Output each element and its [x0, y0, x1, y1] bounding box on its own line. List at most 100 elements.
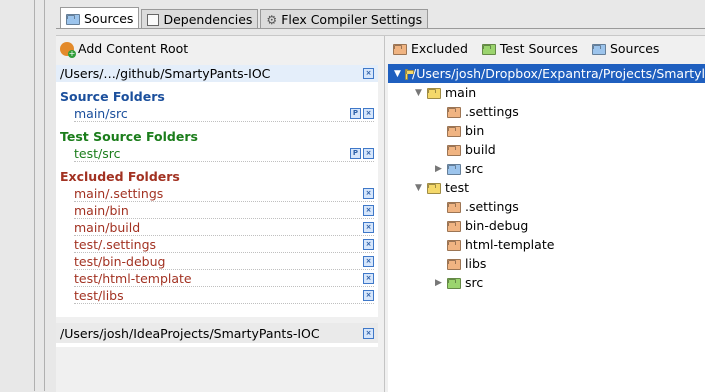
tree-node-label: /Users/josh/Dropbox/Expantra/Projects/Sm… — [412, 66, 705, 81]
excluded-folder-row[interactable]: main/bin × — [74, 202, 374, 219]
remove-folder-icon[interactable]: × — [363, 204, 374, 216]
excluded-folder-icon — [393, 44, 407, 55]
test-folder-icon — [447, 278, 461, 289]
mark-sources-button[interactable]: Sources — [591, 41, 660, 56]
tree-node[interactable]: build — [434, 140, 496, 159]
content-root-path: /Users/…/github/SmartyPants-IOC — [60, 66, 271, 81]
excluded-folder-label: main/bin — [74, 202, 129, 218]
excluded-folder-row[interactable]: test/libs × — [74, 287, 374, 304]
excluded-folder-label: test/libs — [74, 287, 124, 303]
remove-folder-icon[interactable]: × — [363, 187, 374, 199]
excluded-folder-label: test/.settings — [74, 236, 157, 252]
tree-node[interactable]: bin — [434, 121, 484, 140]
remove-folder-icon[interactable]: × — [363, 289, 374, 301]
dependencies-icon — [147, 13, 160, 26]
tree-node-label: src — [465, 161, 484, 176]
tree-node-label: build — [465, 142, 496, 157]
tab-dependencies[interactable]: Dependencies — [141, 9, 259, 29]
add-root-label: Add Content Root — [78, 41, 189, 56]
excluded-folder-icon — [447, 259, 461, 270]
tab-sources[interactable]: Sources — [60, 7, 140, 29]
collapsed-arrow-icon[interactable]: ▶ — [434, 164, 443, 174]
collapsed-arrow-icon[interactable]: ▶ — [434, 278, 443, 288]
expanded-arrow-icon[interactable]: ▼ — [414, 88, 423, 98]
folder-tree-pane: Excluded Test Sources Sources ▼ /Users/jo… — [388, 36, 705, 392]
mark-sources-label: Sources — [609, 41, 660, 56]
tree-node[interactable]: html-template — [434, 235, 554, 254]
tree-node[interactable]: ▼ test — [414, 178, 469, 197]
tree-node-label: .settings — [465, 104, 519, 119]
excluded-folder-row[interactable]: main/.settings × — [74, 185, 374, 202]
content-roots-pane: + Add Content Root /Users/…/github/Smart… — [56, 36, 378, 392]
excluded-folder-row[interactable]: test/bin-debug × — [74, 253, 374, 270]
test-folders-title: Test Source Folders — [60, 129, 198, 144]
expanded-arrow-icon[interactable]: ▼ — [414, 183, 423, 193]
content-root-header[interactable]: /Users/josh/IdeaProjects/SmartyPants-IOC… — [56, 323, 378, 343]
edit-properties-icon[interactable]: P — [350, 147, 361, 159]
remove-folder-icon[interactable]: × — [363, 272, 374, 284]
tree-node-label: html-template — [465, 237, 555, 252]
mark-excluded-button[interactable]: Excluded — [393, 41, 468, 56]
tab-strip-line — [56, 28, 705, 29]
test-folder-row[interactable]: test/src P × — [74, 145, 374, 162]
tree-node[interactable]: ▶ src — [434, 273, 483, 292]
tree-node[interactable]: ▼ main — [414, 83, 476, 102]
tab-flex-compiler-settings[interactable]: ⚙ Flex Compiler Settings — [260, 9, 429, 29]
sources-icon — [66, 14, 80, 25]
folder-icon — [404, 69, 415, 80]
excluded-folder-icon — [447, 240, 461, 251]
flex-compiler-icon: ⚙ — [266, 12, 278, 27]
remove-root-icon[interactable]: × — [363, 68, 374, 79]
tree-node-label: src — [465, 275, 484, 290]
tree-node[interactable]: bin-debug — [434, 216, 528, 235]
excluded-folder-label: test/html-template — [74, 270, 192, 286]
source-folder-icon — [591, 44, 606, 55]
tree-node-label: libs — [465, 256, 487, 271]
add-content-root-button[interactable]: + Add Content Root — [60, 41, 189, 58]
remove-folder-icon[interactable]: × — [363, 107, 374, 119]
folder-tree: ▼ /Users/josh/Dropbox/Expantra/Projects/S… — [388, 64, 705, 392]
excluded-folder-icon — [447, 107, 461, 118]
excluded-folder-row[interactable]: test/.settings × — [74, 236, 374, 253]
tree-node[interactable]: .settings — [434, 197, 519, 216]
mark-test-label: Test Sources — [499, 41, 578, 56]
remove-folder-icon[interactable]: × — [363, 221, 374, 233]
remove-folder-icon[interactable]: × — [363, 147, 374, 159]
source-folder-icon — [447, 164, 461, 175]
tree-node[interactable]: libs — [434, 254, 486, 273]
content-root-header[interactable]: /Users/…/github/SmartyPants-IOC × — [56, 65, 378, 82]
edit-properties-icon[interactable]: P — [350, 107, 361, 119]
source-folder-label: main/src — [74, 105, 128, 121]
folder-icon — [427, 183, 441, 194]
mark-excluded-label: Excluded — [411, 41, 468, 56]
tree-node[interactable]: .settings — [434, 102, 519, 121]
excluded-folder-row[interactable]: main/build × — [74, 219, 374, 236]
tab-dependencies-label: Dependencies — [163, 12, 253, 27]
excluded-folders-title: Excluded Folders — [60, 169, 180, 184]
excluded-folder-icon — [447, 145, 461, 156]
add-root-icon: + — [60, 41, 76, 58]
pane-splitter[interactable] — [384, 36, 385, 392]
mark-test-sources-button[interactable]: Test Sources — [481, 41, 578, 56]
remove-folder-icon[interactable]: × — [363, 238, 374, 250]
sources-panel: + Add Content Root /Users/…/github/Smart… — [56, 35, 705, 392]
test-folder-icon — [481, 44, 496, 55]
mark-as-toolbar: Excluded Test Sources Sources — [393, 41, 659, 56]
content-root-2: /Users/josh/IdeaProjects/SmartyPants-IOC… — [56, 323, 378, 347]
excluded-folder-label: main/.settings — [74, 185, 164, 201]
remove-folder-icon[interactable]: × — [363, 255, 374, 267]
excluded-folder-label: main/build — [74, 219, 141, 235]
excluded-folder-icon — [447, 202, 461, 213]
tab-sources-label: Sources — [84, 11, 134, 26]
test-folder-label: test/src — [74, 145, 121, 161]
tree-node-label: main — [445, 85, 477, 100]
remove-root-icon[interactable]: × — [363, 327, 374, 339]
tree-node-label: test — [445, 180, 470, 195]
source-folder-row[interactable]: main/src P × — [74, 105, 374, 122]
tree-node[interactable]: ▼ /Users/josh/Dropbox/Expantra/Projects/S… — [388, 64, 705, 83]
tree-node[interactable]: ▶ src — [434, 159, 483, 178]
expanded-arrow-icon[interactable]: ▼ — [394, 69, 401, 79]
tree-node-label: bin — [465, 123, 485, 138]
excluded-folder-row[interactable]: test/html-template × — [74, 270, 374, 287]
tree-node-label: .settings — [465, 199, 519, 214]
